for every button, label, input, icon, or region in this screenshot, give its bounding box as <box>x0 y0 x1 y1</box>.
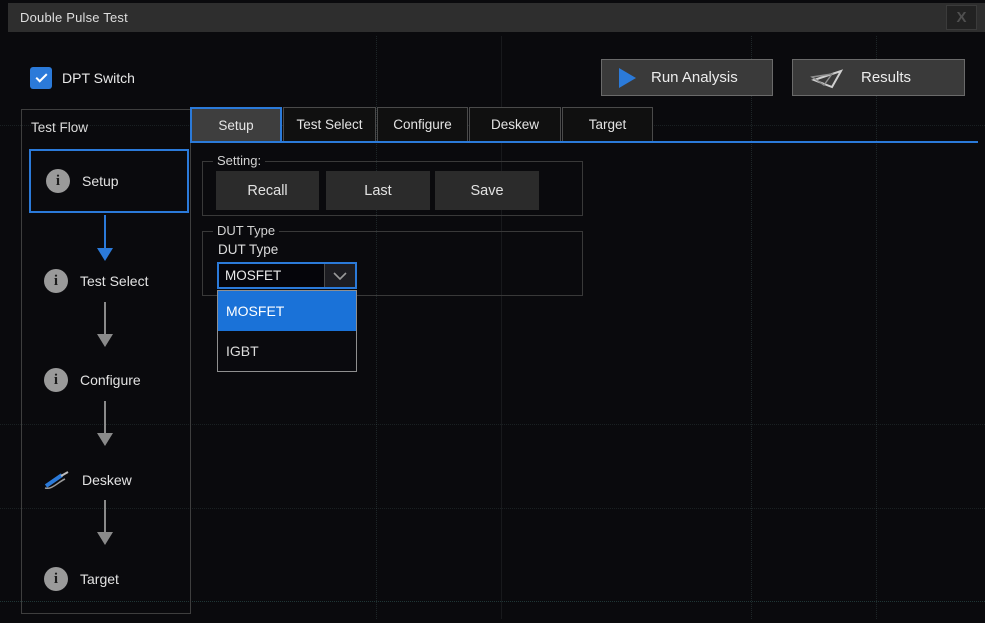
tab-configure[interactable]: Configure <box>377 107 468 141</box>
arrow-line <box>104 401 106 433</box>
dialog-title: Double Pulse Test <box>20 3 128 32</box>
arrow-line <box>104 302 106 334</box>
tab-strip: Setup Test Select Configure Deskew Targe… <box>190 107 653 141</box>
info-icon: i <box>44 368 68 392</box>
flow-arrow-down <box>96 401 113 446</box>
flow-item-label: Target <box>80 571 119 587</box>
flow-item-label: Deskew <box>82 472 132 488</box>
arrow-line <box>104 215 106 248</box>
flow-item-target[interactable]: i Target <box>29 547 189 611</box>
tab-target[interactable]: Target <box>562 107 653 141</box>
arrow-head <box>97 334 113 347</box>
arrow-head <box>97 532 113 545</box>
dropdown-option-mosfet[interactable]: MOSFET <box>218 291 356 331</box>
dropdown-option-igbt[interactable]: IGBT <box>218 331 356 371</box>
flow-arrow-down <box>96 500 113 545</box>
setting-group-legend: Setting: <box>213 153 265 168</box>
flow-item-setup[interactable]: i Setup <box>29 149 189 213</box>
dut-type-group-legend: DUT Type <box>213 223 279 238</box>
dpt-switch-checkbox[interactable] <box>30 67 52 89</box>
dpt-switch-label: DPT Switch <box>62 67 135 89</box>
dut-type-dropdown-list: MOSFET IGBT <box>217 290 357 372</box>
last-button[interactable]: Last <box>326 171 430 210</box>
info-icon: i <box>46 169 70 193</box>
run-analysis-button[interactable]: Run Analysis <box>601 59 773 96</box>
arrow-line <box>104 500 106 532</box>
flow-item-label: Configure <box>80 372 141 388</box>
play-icon <box>619 68 636 88</box>
graticule-vline <box>751 36 752 619</box>
tab-setup[interactable]: Setup <box>190 107 282 141</box>
info-icon: i <box>44 269 68 293</box>
dut-type-dropdown[interactable]: MOSFET <box>217 262 357 289</box>
info-icon: i <box>44 567 68 591</box>
tab-deskew[interactable]: Deskew <box>469 107 561 141</box>
flow-item-label: Setup <box>82 173 119 189</box>
test-flow-title: Test Flow <box>31 120 88 135</box>
titlebar[interactable]: Double Pulse Test X <box>8 3 985 32</box>
graticule-vline <box>876 36 877 619</box>
dut-type-field-label: DUT Type <box>218 242 278 257</box>
double-pulse-test-dialog: Double Pulse Test X DPT Switch Run Analy… <box>0 0 985 623</box>
results-icon <box>810 65 846 91</box>
tab-test-select[interactable]: Test Select <box>283 107 376 141</box>
arrow-head <box>97 433 113 446</box>
recall-button[interactable]: Recall <box>216 171 319 210</box>
probe-icon <box>44 470 70 490</box>
chevron-down-icon[interactable] <box>324 264 355 287</box>
flow-item-label: Test Select <box>80 273 148 289</box>
check-icon <box>35 71 47 83</box>
results-label: Results <box>861 69 911 86</box>
flow-arrow-down <box>96 302 113 347</box>
dut-type-dropdown-value: MOSFET <box>219 264 324 287</box>
results-button[interactable]: Results <box>792 59 965 96</box>
close-icon[interactable]: X <box>946 5 977 30</box>
save-button[interactable]: Save <box>435 171 539 210</box>
run-analysis-label: Run Analysis <box>651 69 738 86</box>
active-tab-underline <box>190 141 978 143</box>
